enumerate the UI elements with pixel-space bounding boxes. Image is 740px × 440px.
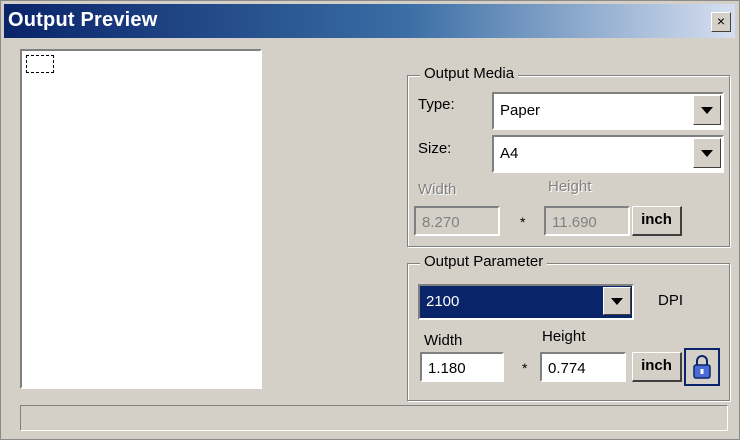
type-label: Type: xyxy=(418,96,455,113)
type-select-value: Paper xyxy=(500,102,541,119)
param-width-value: 1.180 xyxy=(428,360,466,377)
size-label: Size: xyxy=(418,140,452,157)
preview-pane[interactable] xyxy=(20,49,262,389)
type-select[interactable]: Paper xyxy=(492,92,724,130)
output-parameter-group: Output Parameter 2100 DPI Width Height 1… xyxy=(407,253,730,401)
output-media-legend: Output Media xyxy=(420,65,519,82)
size-dropdown-button[interactable] xyxy=(693,138,721,168)
type-dropdown-button[interactable] xyxy=(693,95,721,125)
dpi-select-value: 2100 xyxy=(426,293,460,310)
param-width-field[interactable]: 1.180 xyxy=(420,352,504,382)
media-height-label: Height xyxy=(548,178,592,195)
chevron-down-icon xyxy=(611,298,623,305)
media-width-label: Width xyxy=(418,181,457,198)
dpi-dropdown-button[interactable] xyxy=(603,287,631,315)
lock-icon xyxy=(693,355,711,379)
param-width-label: Width xyxy=(424,332,463,349)
chevron-down-icon xyxy=(701,107,713,114)
output-preview-window: Output Preview × Output Media Type: Pape… xyxy=(0,0,740,440)
param-height-value: 0.774 xyxy=(548,360,586,377)
media-width-value: 8.270 xyxy=(422,214,460,231)
media-height-field[interactable]: 11.690 xyxy=(544,206,630,236)
media-times-sign: * xyxy=(520,214,526,230)
param-times-sign: * xyxy=(522,360,528,376)
lock-aspect-button[interactable] xyxy=(684,348,720,386)
dpi-select[interactable]: 2100 xyxy=(418,284,634,320)
param-height-label: Height xyxy=(542,328,586,345)
param-unit-button[interactable]: inch xyxy=(632,352,682,382)
output-media-group: Output Media Type: Paper Size: A4 Width … xyxy=(407,65,730,247)
media-height-value: 11.690 xyxy=(552,214,597,231)
media-unit-button[interactable]: inch xyxy=(632,206,682,236)
output-area-marker[interactable] xyxy=(26,55,54,73)
size-select[interactable]: A4 xyxy=(492,135,724,173)
close-button[interactable]: × xyxy=(711,12,731,32)
title-bar[interactable]: Output Preview × xyxy=(4,4,735,38)
output-parameter-legend: Output Parameter xyxy=(420,253,548,270)
size-select-value: A4 xyxy=(500,145,519,162)
close-icon: × xyxy=(716,13,726,29)
status-bar xyxy=(20,405,728,431)
chevron-down-icon xyxy=(701,150,713,157)
window-title: Output Preview xyxy=(8,9,158,31)
dpi-label: DPI xyxy=(658,292,684,309)
param-height-field[interactable]: 0.774 xyxy=(540,352,626,382)
media-width-field[interactable]: 8.270 xyxy=(414,206,500,236)
